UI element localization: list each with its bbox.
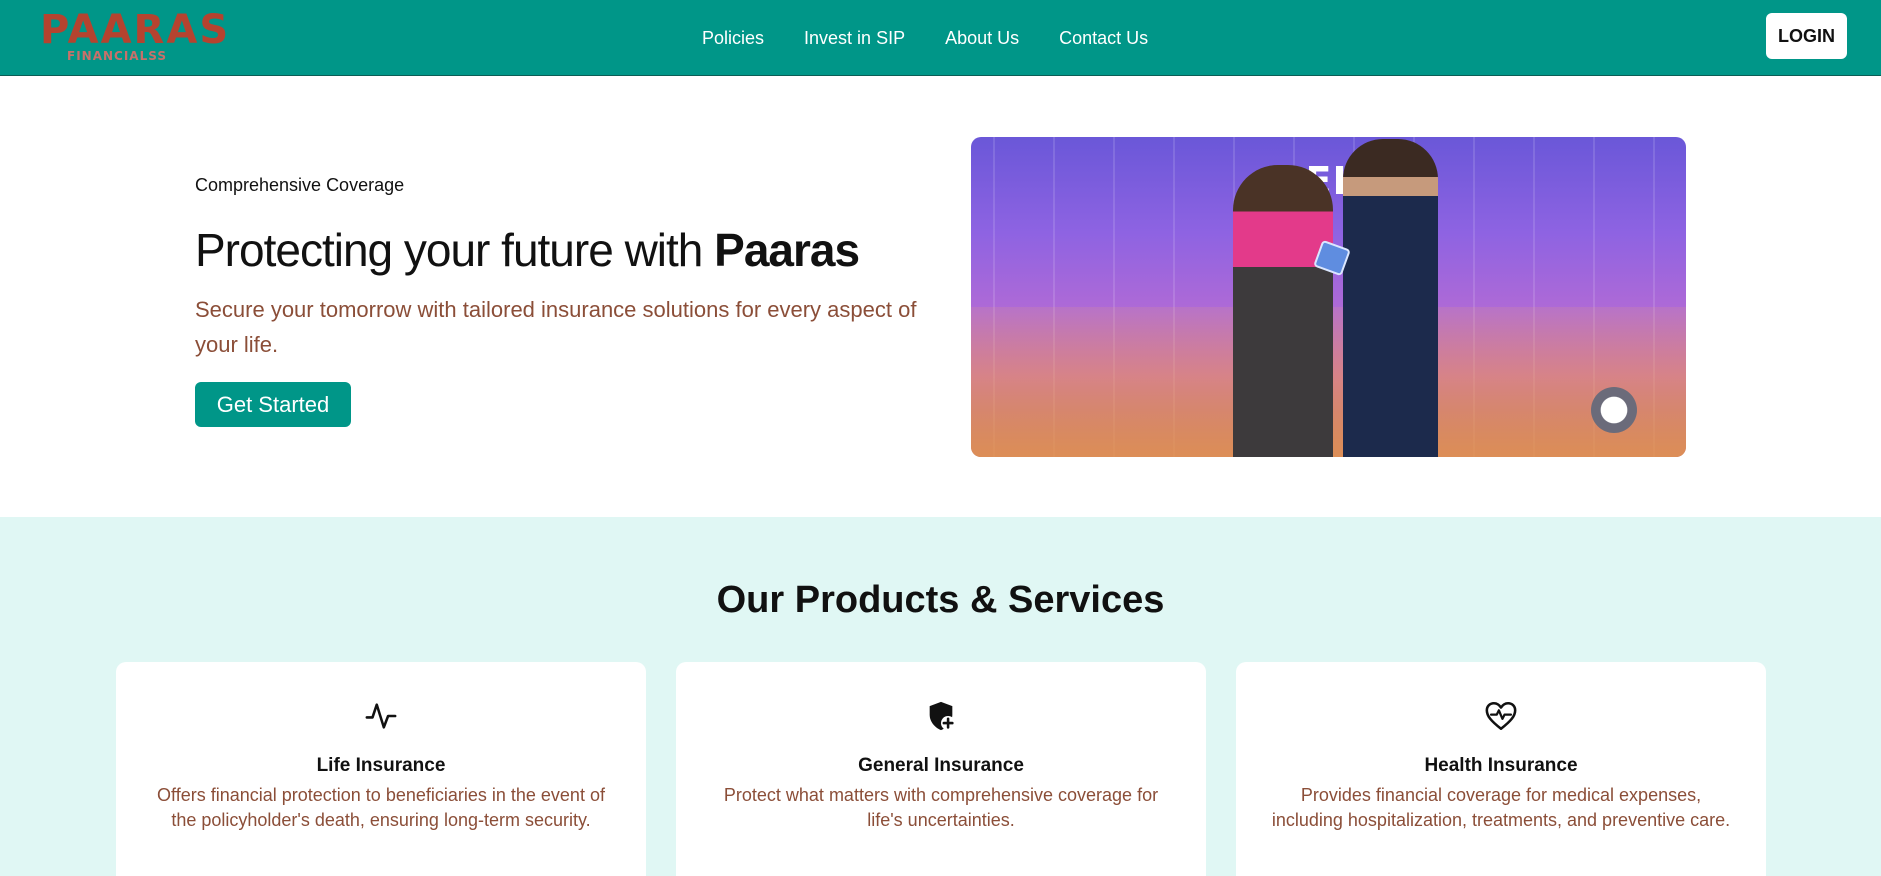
login-button[interactable]: LOGIN (1766, 13, 1847, 59)
hero-eyebrow: Comprehensive Coverage (195, 175, 405, 195)
product-description: Offers financial protection to beneficia… (157, 785, 605, 830)
nav-link-contact-us[interactable]: Contact Us (1059, 26, 1148, 50)
main-nav: Policies Invest in SIP About Us Contact … (702, 26, 1148, 50)
heart-pulse-icon (1485, 701, 1517, 731)
top-navigation-bar: PAARAS FINANCIALSS Policies Invest in SI… (0, 0, 1881, 76)
award-ceremony-photo: DELH (971, 137, 1686, 457)
product-description: Provides financial coverage for medical … (1271, 785, 1731, 830)
hero-title: Protecting your future with Paaras (195, 222, 860, 278)
logo-wordmark: PAARAS (40, 7, 231, 53)
nav-link-policies[interactable]: Policies (702, 26, 764, 50)
woman-in-saree (1233, 165, 1333, 457)
product-title: Life Insurance (316, 755, 446, 776)
logo-subtext: FINANCIALSS (67, 49, 167, 63)
product-title: General Insurance (858, 755, 1024, 776)
product-description: Protect what matters with comprehensive … (723, 785, 1159, 830)
product-card-life-insurance[interactable]: Life Insurance Offers financial protecti… (116, 662, 646, 876)
product-card-health-insurance[interactable]: Health Insurance Provides financial cove… (1236, 662, 1766, 876)
stage-spotlight (1591, 387, 1637, 433)
nav-link-about-us[interactable]: About Us (945, 26, 1019, 50)
man-in-suit (1343, 139, 1438, 457)
nav-link-invest-in-sip[interactable]: Invest in SIP (804, 26, 905, 50)
products-services-section: Our Products & Services Life Insurance O… (0, 517, 1881, 876)
shield-plus-icon (929, 701, 956, 731)
product-title: Health Insurance (1424, 755, 1578, 776)
hero-title-brand: Paaras (714, 224, 860, 276)
hero-title-prefix: Protecting your future with (195, 224, 715, 276)
paaras-logo[interactable]: PAARAS FINANCIALSS (40, 8, 228, 64)
activity-icon (365, 703, 397, 729)
get-started-button[interactable]: Get Started (195, 382, 351, 427)
hero-description: Secure your tomorrow with tailored insur… (195, 297, 917, 357)
product-card-general-insurance[interactable]: General Insurance Protect what matters w… (676, 662, 1206, 876)
products-section-title: Our Products & Services (716, 579, 1165, 621)
